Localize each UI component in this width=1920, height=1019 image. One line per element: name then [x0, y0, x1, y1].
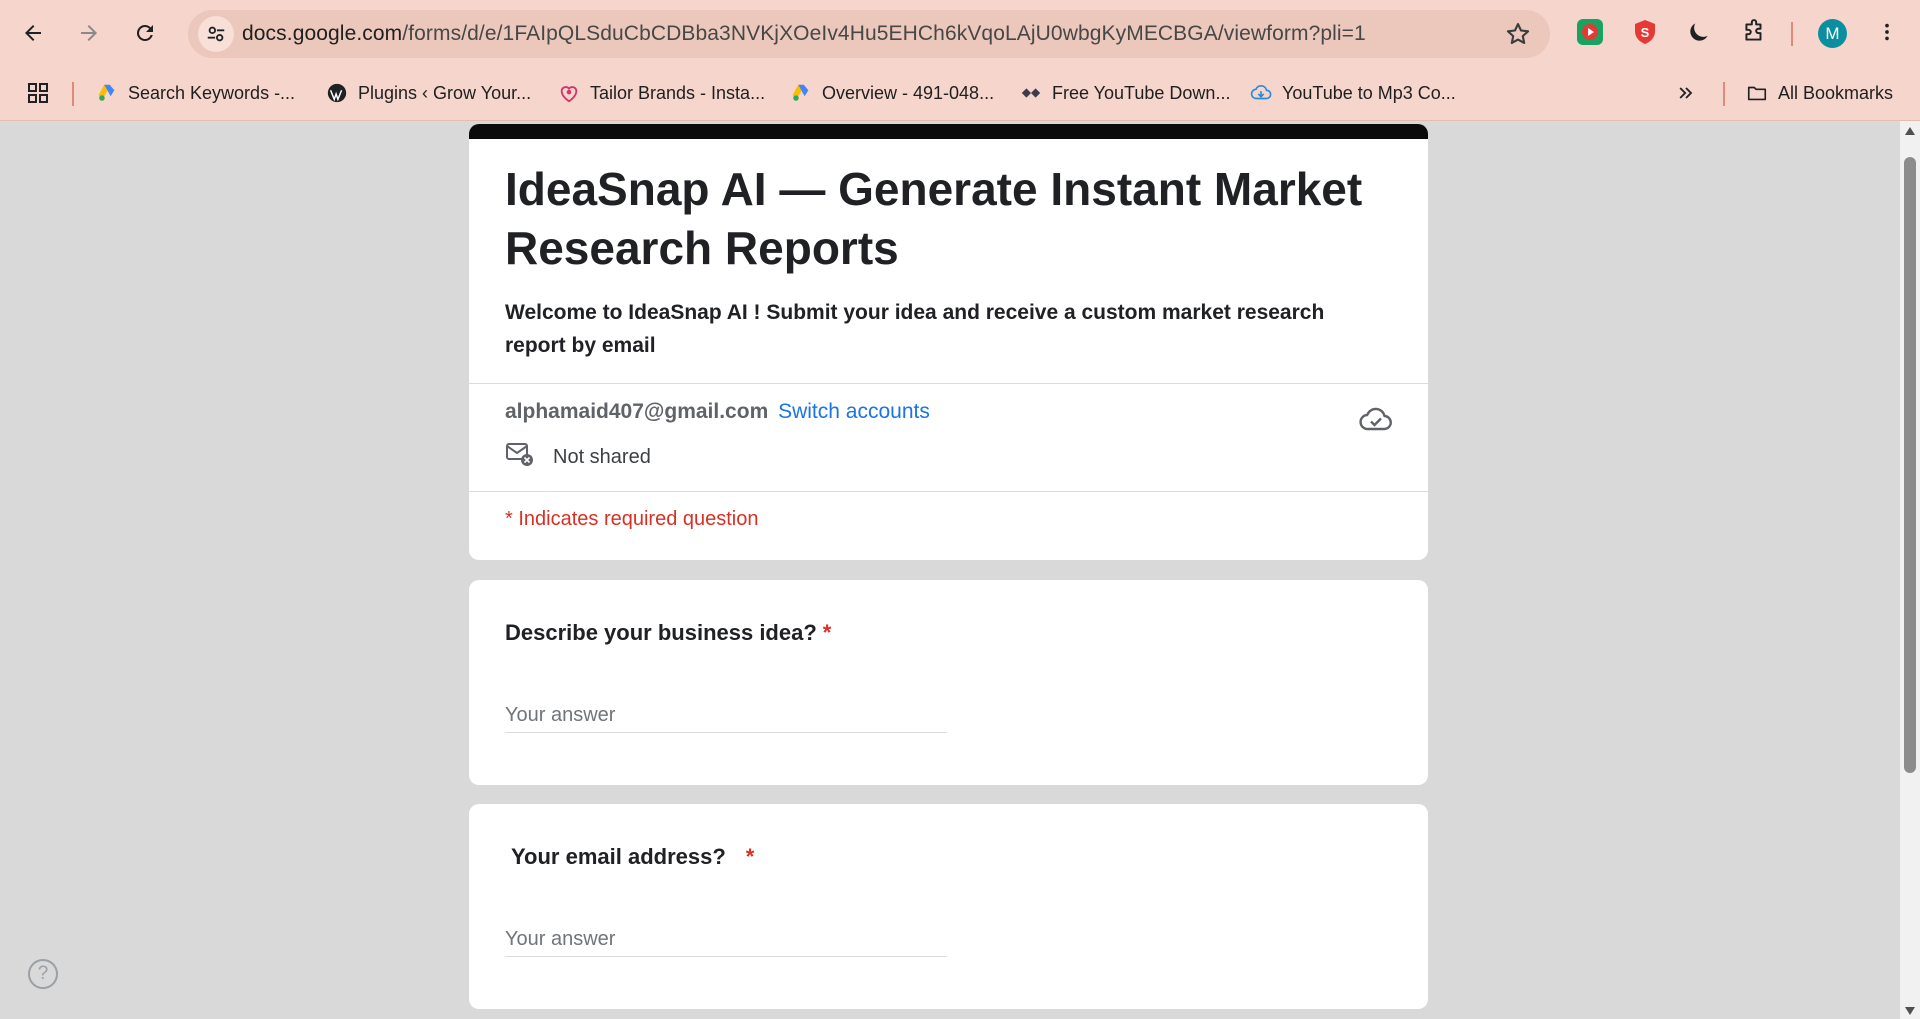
cloud-saved-icon: [1359, 407, 1392, 431]
bookmark-item[interactable]: Free YouTube Down...: [1020, 78, 1230, 108]
folder-icon: [1746, 82, 1768, 104]
browser-chrome: docs.google.com/forms/d/e/1FAIpQLSduCbCD…: [0, 0, 1920, 121]
form-description: Welcome to IdeaSnap AI ! Submit your ide…: [505, 301, 1325, 357]
bookmark-label: Tailor Brands - Insta...: [590, 82, 766, 103]
account-line: alphamaid407@gmail.com Switch accounts: [505, 400, 930, 424]
site-info-button[interactable]: [198, 16, 234, 52]
email-address-input[interactable]: [505, 922, 947, 957]
google-ads-icon: [96, 82, 118, 104]
bookmarks-bar: Search Keywords -... Plugins ‹ Grow Your…: [0, 68, 1920, 120]
extension-shield-icon[interactable]: S: [1630, 17, 1660, 47]
switch-accounts-link[interactable]: Switch accounts: [778, 400, 930, 423]
scroll-down-arrow-icon[interactable]: [1905, 1007, 1915, 1015]
extensions-puzzle-icon[interactable]: [1739, 17, 1769, 47]
question-card: Your email address? *: [469, 804, 1428, 1009]
bookmarks-divider: [1723, 82, 1725, 106]
profile-avatar[interactable]: M: [1818, 19, 1847, 48]
arrow-right-icon: [81, 25, 97, 41]
required-asterisk: *: [822, 620, 832, 645]
help-button[interactable]: ?: [28, 959, 58, 989]
page-scrollbar[interactable]: [1900, 121, 1920, 1019]
bookmark-item[interactable]: Plugins ‹ Grow Your...: [326, 78, 531, 108]
form-header-card: IdeaSnap AI — Generate Instant Market Re…: [469, 124, 1428, 560]
bookmarks-divider: [72, 82, 74, 106]
bookmark-label: Search Keywords -...: [128, 82, 296, 103]
reload-icon: [136, 24, 153, 41]
bookmark-star-icon[interactable]: [1504, 20, 1532, 48]
dark-mode-moon-icon[interactable]: [1684, 17, 1714, 47]
url-host: docs.google.com: [242, 22, 403, 45]
reload-button[interactable]: [124, 12, 166, 54]
mail-not-shared-icon: [505, 439, 535, 475]
account-email: alphamaid407@gmail.com: [505, 400, 769, 423]
not-shared-label: Not shared: [553, 445, 651, 468]
apps-grid-icon[interactable]: [26, 78, 50, 108]
bookmark-item[interactable]: Overview - 491-048...: [790, 78, 994, 108]
bookmark-label: Overview - 491-048...: [822, 82, 995, 103]
bookmark-item[interactable]: Search Keywords -...: [96, 78, 295, 108]
arrow-left-icon: [25, 25, 41, 41]
back-button[interactable]: [12, 12, 54, 54]
browser-menu-icon[interactable]: [1872, 17, 1902, 47]
scrollbar-thumb[interactable]: [1904, 157, 1916, 773]
divider: [469, 491, 1428, 492]
url-path: /forms/d/e/1FAIpQLSduCbCDBba3NVKjXOeIv4H…: [402, 22, 1366, 45]
bookmark-item[interactable]: Tailor Brands - Insta...: [558, 78, 765, 108]
question-title: Your email address? *: [511, 844, 754, 870]
bookmark-label: Free YouTube Down...: [1052, 82, 1231, 103]
tailor-brands-icon: [558, 82, 580, 104]
browser-toolbar: docs.google.com/forms/d/e/1FAIpQLSduCbCD…: [0, 0, 1920, 68]
required-asterisk: *: [745, 844, 755, 869]
form-title: IdeaSnap AI — Generate Instant Market Re…: [505, 163, 1363, 274]
divider: [469, 383, 1428, 384]
more-bookmarks-chevron-icon[interactable]: [1676, 78, 1696, 108]
address-bar[interactable]: docs.google.com/forms/d/e/1FAIpQLSduCbCD…: [188, 10, 1550, 58]
tune-icon: [207, 26, 225, 42]
question-card: Describe your business idea? *: [469, 580, 1428, 785]
question-text: Your email address?: [511, 844, 726, 869]
all-bookmarks-button[interactable]: All Bookmarks: [1746, 78, 1893, 108]
google-ads-icon: [790, 82, 812, 104]
wordpress-icon: [326, 82, 348, 104]
extension-video-icon[interactable]: [1575, 17, 1605, 47]
cloud-download-icon: [1250, 82, 1272, 104]
question-title: Describe your business idea? *: [505, 620, 831, 646]
all-bookmarks-label: All Bookmarks: [1778, 82, 1894, 103]
header-color-band: [469, 124, 1428, 139]
email-not-shared-row: Not shared: [505, 442, 651, 472]
page-viewport: IdeaSnap AI — Generate Instant Market Re…: [0, 121, 1900, 1019]
forward-button[interactable]: [68, 12, 110, 54]
toolbar-divider: [1791, 22, 1793, 46]
bookmark-label: YouTube to Mp3 Co...: [1282, 82, 1456, 103]
url-text: docs.google.com/forms/d/e/1FAIpQLSduCbCD…: [242, 22, 1366, 46]
scroll-up-arrow-icon[interactable]: [1905, 127, 1915, 135]
required-note: * Indicates required question: [505, 508, 759, 530]
svg-text:S: S: [1641, 25, 1650, 40]
bookmark-item[interactable]: YouTube to Mp3 Co...: [1250, 78, 1456, 108]
bookmark-label: Plugins ‹ Grow Your...: [358, 82, 532, 103]
downloader-icon: [1020, 82, 1042, 104]
question-text: Describe your business idea?: [505, 620, 817, 645]
business-idea-input[interactable]: [505, 698, 947, 733]
